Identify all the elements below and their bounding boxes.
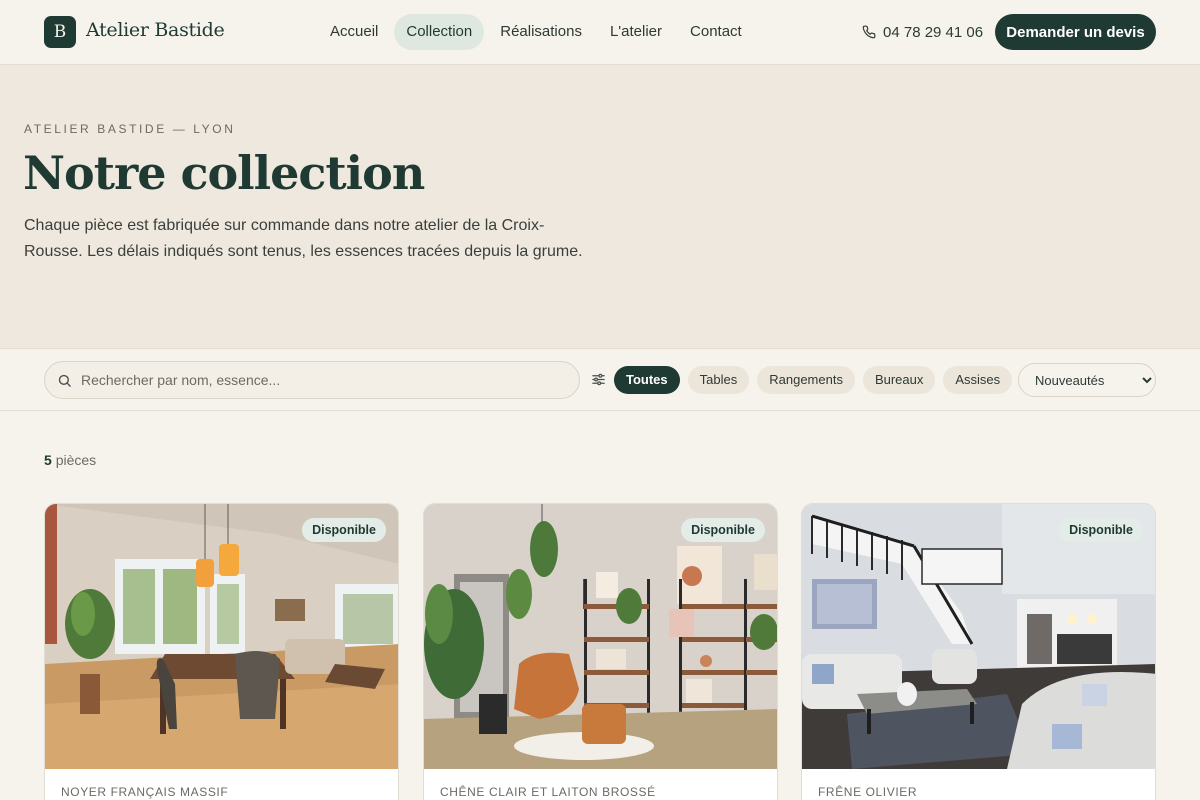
open-living-room-photo-icon: [802, 504, 1155, 769]
product-card[interactable]: Disponible FRÊNE OLIVIER: [801, 503, 1156, 800]
filter-sliders-icon[interactable]: [591, 372, 606, 387]
phone-icon: [862, 25, 876, 39]
sort-select[interactable]: Nouveautés: [1018, 363, 1156, 397]
nav-item-realisations[interactable]: Réalisations: [488, 14, 594, 50]
nav-item-accueil[interactable]: Accueil: [318, 14, 390, 50]
card-material: FRÊNE OLIVIER: [818, 785, 918, 799]
nav-item-collection[interactable]: Collection: [394, 14, 485, 50]
results-count-label: pièces: [55, 452, 97, 468]
product-card[interactable]: Disponible CHÊNE CLAIR ET LAITON BROSSÉ: [423, 503, 778, 800]
card-material: NOYER FRANÇAIS MASSIF: [61, 785, 229, 799]
nav-item-atelier[interactable]: L'atelier: [598, 14, 674, 50]
availability-badge: Disponible: [1059, 518, 1143, 542]
logo-mark[interactable]: B: [44, 16, 76, 48]
product-card[interactable]: Disponible NOYER FRANÇAIS MASSIF: [44, 503, 399, 800]
chip-rangements[interactable]: Rangements: [757, 366, 855, 394]
phone-number: 04 78 29 41 06: [883, 23, 984, 41]
hero-eyebrow: ATELIER BASTIDE — LYON: [24, 122, 236, 136]
phone-link[interactable]: 04 78 29 41 06: [862, 22, 983, 42]
availability-badge: Disponible: [302, 518, 386, 542]
hero-section: ATELIER BASTIDE — LYON Notre collection …: [0, 65, 1200, 348]
availability-badge: Disponible: [681, 518, 765, 542]
site-header: B Atelier Bastide Accueil Collection Réa…: [0, 0, 1200, 65]
nav-item-contact[interactable]: Contact: [678, 14, 754, 50]
page-title: Notre collection: [23, 146, 425, 200]
chip-bureaux[interactable]: Bureaux: [862, 366, 936, 394]
brand-name[interactable]: Atelier Bastide: [86, 19, 225, 41]
category-chips: Toutes Tables Rangements Bureaux Assises: [614, 366, 1020, 394]
main-nav: Accueil Collection Réalisations L'atelie…: [318, 14, 758, 50]
hero-description: Chaque pièce est fabriquée sur commande …: [24, 217, 583, 260]
results-count: 5 pièces: [44, 452, 96, 468]
chip-toutes[interactable]: Toutes: [614, 366, 680, 394]
living-room-shelves-photo-icon: [424, 504, 777, 769]
product-image[interactable]: [802, 504, 1155, 769]
product-image[interactable]: [424, 504, 777, 769]
search-input[interactable]: [81, 362, 571, 398]
search-icon: [58, 374, 71, 387]
request-quote-button[interactable]: Demander un devis: [995, 14, 1156, 50]
card-material: CHÊNE CLAIR ET LAITON BROSSÉ: [440, 785, 656, 799]
product-image[interactable]: [45, 504, 398, 769]
dining-room-photo-icon: [45, 504, 398, 769]
search-box[interactable]: [44, 361, 580, 399]
filter-bar: Toutes Tables Rangements Bureaux Assises…: [0, 348, 1200, 411]
results-count-number: 5: [44, 452, 52, 468]
chip-tables[interactable]: Tables: [687, 366, 750, 394]
chip-assises[interactable]: Assises: [943, 366, 1013, 394]
